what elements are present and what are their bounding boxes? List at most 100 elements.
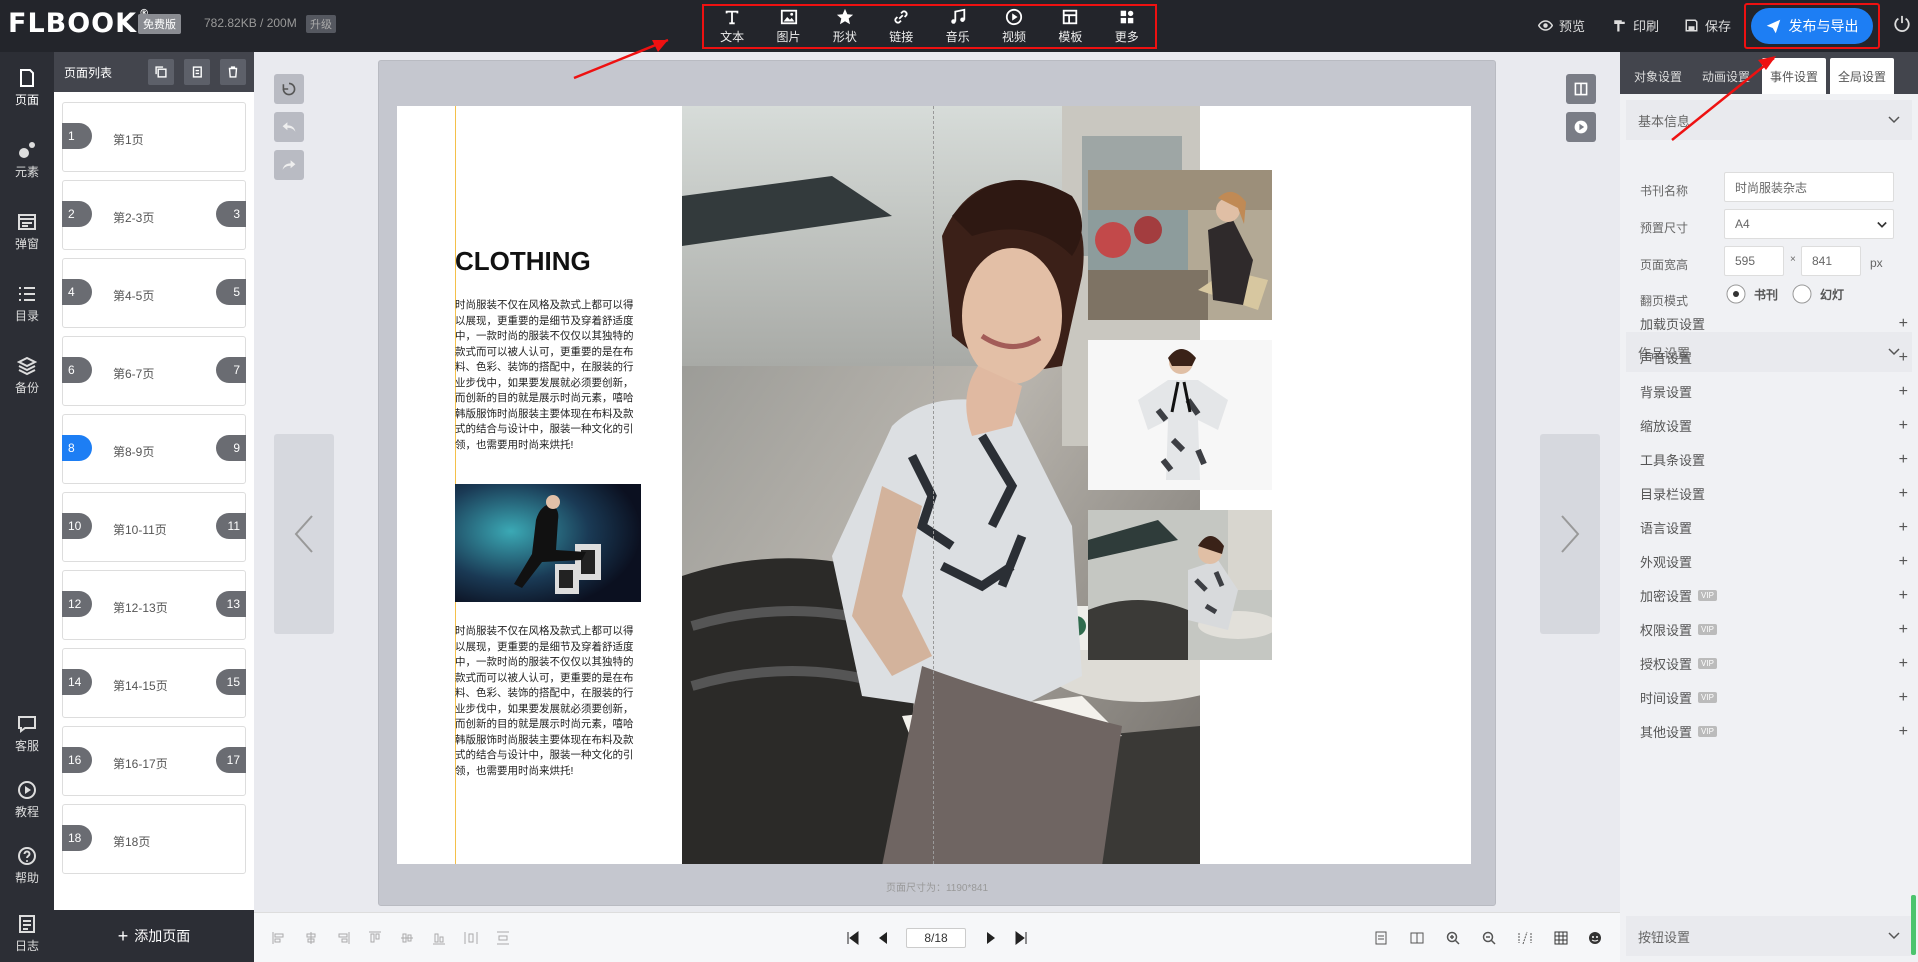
magazine-title[interactable]: CLOTHING [455,246,591,277]
redo-button[interactable] [274,150,304,180]
plus-icon[interactable]: + [1899,553,1908,571]
photo-model-fountain[interactable] [1088,170,1272,320]
nav-tutorial[interactable]: 教程 [0,780,54,820]
plus-icon[interactable]: + [1899,689,1908,707]
double-page-icon[interactable] [1410,931,1424,945]
page-thumbnail[interactable]: 10 第10-11页 11 [62,492,246,562]
setting-row[interactable]: 缩放设置 + [1640,416,1910,435]
tool-template[interactable]: 模板 [1045,8,1095,45]
flip-mode-book-radio[interactable]: 书刊 [1726,284,1778,304]
delete-page-button[interactable] [220,59,246,85]
nav-help[interactable]: 帮助 [0,846,54,886]
tool-shape[interactable]: 形状 [820,8,870,45]
zoom-out-icon[interactable] [1482,931,1496,945]
publish-export-button[interactable]: 发布与导出 [1751,8,1873,44]
prev-page-icon[interactable] [876,931,890,945]
plus-icon[interactable]: + [1899,451,1908,469]
page-thumbnail[interactable]: 1 第1页 [62,102,246,172]
zoom-in-icon[interactable] [1446,931,1460,945]
settings-scrollbar[interactable] [1911,895,1916,955]
prev-page-arrow[interactable] [274,434,334,634]
nav-log[interactable]: 日志 [0,914,54,954]
photo-model-cafe[interactable] [1088,510,1272,660]
reset-button[interactable] [274,74,304,104]
user-icon[interactable] [1588,931,1602,945]
page-thumbnail[interactable]: 8 第8-9页 9 [62,414,246,484]
setting-row[interactable]: 加密设置 VIP + [1640,586,1910,605]
nav-pages[interactable]: 页面 [0,68,54,108]
save-button[interactable]: 保存 [1684,16,1731,35]
tool-music[interactable]: 音乐 [933,8,983,45]
undo-button[interactable] [274,112,304,142]
next-page-arrow[interactable] [1540,434,1600,634]
setting-row[interactable]: 目录栏设置 + [1640,484,1910,503]
align-center-icon[interactable] [304,931,318,945]
plus-icon[interactable]: + [1899,315,1908,333]
align-top-icon[interactable] [368,931,382,945]
distribute-horizontal-icon[interactable] [464,931,478,945]
power-icon[interactable] [1893,15,1911,33]
add-page-button[interactable]: + 添加页面 [54,910,254,962]
nav-popup[interactable]: 弹窗 [0,212,54,252]
single-page-icon[interactable] [1374,931,1388,945]
tool-video[interactable]: 视频 [989,8,1039,45]
setting-row[interactable]: 外观设置 + [1640,552,1910,571]
section-button-settings[interactable]: 按钮设置 [1626,916,1912,956]
tool-link[interactable]: 链接 [876,8,926,45]
align-right-icon[interactable] [336,931,350,945]
plus-icon[interactable]: + [1899,519,1908,537]
page-thumbnail[interactable]: 18 第18页 [62,804,246,874]
plus-icon[interactable]: + [1899,417,1908,435]
plus-icon[interactable]: + [1899,587,1908,605]
play-preview-button[interactable] [1566,112,1596,142]
align-left-icon[interactable] [272,931,286,945]
nav-backup[interactable]: 备份 [0,356,54,396]
plus-icon[interactable]: + [1899,621,1908,639]
page-thumbnail[interactable]: 14 第14-15页 15 [62,648,246,718]
page-indicator[interactable]: 8/18 [906,928,966,948]
print-button[interactable]: 印刷 [1612,16,1659,35]
duplicate-page-button[interactable] [184,59,210,85]
book-name-input[interactable]: 时尚服装杂志 [1724,172,1894,202]
page-thumbnail[interactable]: 2 第2-3页 3 [62,180,246,250]
setting-row[interactable]: 工具条设置 + [1640,450,1910,469]
tool-more[interactable]: 更多 [1102,8,1152,45]
last-page-icon[interactable] [1014,931,1028,945]
grid-icon[interactable] [1554,931,1568,945]
plus-icon[interactable]: + [1899,723,1908,741]
page-thumbnail[interactable]: 4 第4-5页 5 [62,258,246,328]
align-bottom-icon[interactable] [432,931,446,945]
page-thumbnail[interactable]: 6 第6-7页 7 [62,336,246,406]
setting-row[interactable]: 加载页设置 + [1640,314,1910,333]
tool-image[interactable]: 图片 [764,8,814,45]
magazine-paragraph-2[interactable]: 时尚服装不仅在风格及款式上都可以得以展现，更重要的是细节及穿着舒适度中，一款时尚… [455,624,641,779]
distribute-vertical-icon[interactable] [496,931,510,945]
nav-service[interactable]: 客服 [0,714,54,754]
page-thumbnail[interactable]: 16 第16-17页 17 [62,726,246,796]
ruler-icon[interactable] [1518,931,1532,945]
tab-global-settings[interactable]: 全局设置 [1830,58,1895,94]
preset-size-select[interactable]: A4 [1724,209,1894,239]
plus-icon[interactable]: + [1899,485,1908,503]
preview-button[interactable]: 预览 [1538,16,1585,35]
tool-text[interactable]: 文本 [707,8,757,45]
magazine-paragraph-1[interactable]: 时尚服装不仅在风格及款式上都可以得以展现，更重要的是细节及穿着舒适度中，一款时尚… [455,298,641,453]
page-width-input[interactable]: 595 [1724,246,1784,276]
photo-model-standing[interactable] [1088,340,1272,490]
first-page-icon[interactable] [846,931,860,945]
setting-row[interactable]: 时间设置 VIP + [1640,688,1910,707]
page-height-input[interactable]: 841 [1801,246,1861,276]
plus-icon[interactable]: + [1899,655,1908,673]
copy-page-button[interactable] [148,59,174,85]
setting-row[interactable]: 授权设置 VIP + [1640,654,1910,673]
photo-model-sitting[interactable] [455,484,641,602]
page-thumbnail[interactable]: 12 第12-13页 13 [62,570,246,640]
setting-row[interactable]: 权限设置 VIP + [1640,620,1910,639]
upgrade-button[interactable]: 升级 [306,15,336,33]
page-view-button[interactable] [1566,74,1596,104]
setting-row[interactable]: 背景设置 + [1640,382,1910,401]
nav-toc[interactable]: 目录 [0,284,54,324]
setting-row[interactable]: 声音设置 + [1640,348,1910,367]
plus-icon[interactable]: + [1899,383,1908,401]
nav-elements[interactable]: 元素 [0,140,54,180]
